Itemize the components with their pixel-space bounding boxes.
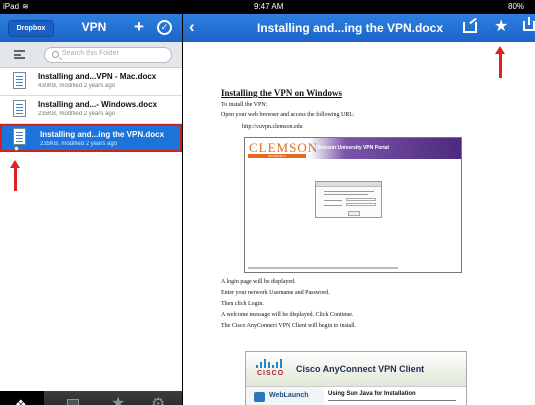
dropbox-icon: ❖ — [15, 397, 27, 405]
portal-title: Clemson University VPN Portal — [315, 145, 389, 151]
document-text: Then click Login. — [221, 301, 264, 307]
download-icon[interactable] — [523, 17, 535, 31]
weblaunch-label: WebLaunch — [269, 392, 309, 399]
tab-dropbox[interactable]: ❖ — [0, 391, 44, 405]
document-text: The Cisco AnyConnect VPN Client will beg… — [221, 323, 357, 329]
docx-file-icon — [13, 72, 26, 89]
battery-label: 80% — [508, 2, 525, 11]
clemson-logo-sub: UNIVERSITY — [248, 154, 306, 158]
plus-icon[interactable]: + — [134, 17, 144, 37]
document-heading: Installing the VPN on Windows — [221, 88, 343, 98]
login-form-image — [315, 181, 382, 218]
file-meta: 430KB, modified 2 years ago — [38, 83, 116, 89]
document-navbar: ‹ Installing and...ing the VPN.docx ★ — [183, 14, 535, 42]
share-icon[interactable] — [463, 22, 477, 33]
document-text: A login page will be displayed. — [221, 279, 296, 285]
portal-header: CLEMSON UNIVERSITY Clemson University VP… — [245, 138, 461, 159]
checkmark-circle-icon[interactable]: ✓ — [157, 20, 172, 35]
file-meta: 235KB, modified 2 years ago — [40, 141, 118, 147]
file-meta: 235KB, modified 2 years ago — [38, 111, 116, 117]
search-placeholder: Search this Folder — [62, 50, 119, 57]
document-text: A welcome message will be displayed. Cli… — [221, 312, 354, 318]
photos-icon[interactable] — [67, 399, 79, 405]
favorite-star-icon[interactable]: ★ — [494, 17, 508, 37]
file-browser-pane: Dropbox VPN + ✓ Search this Folder Insta… — [0, 14, 182, 405]
cisco-logo-icon — [256, 359, 282, 368]
file-row[interactable]: Installing and...VPN - Mac.docx 430KB, m… — [0, 68, 182, 96]
gear-icon[interactable]: ⚙ — [151, 394, 165, 405]
anyconnect-title: Cisco AnyConnect VPN Client — [296, 364, 425, 374]
folder-navbar: Dropbox VPN + ✓ — [0, 14, 182, 42]
folder-title: VPN — [81, 20, 107, 34]
device-label: iPad — [3, 2, 20, 11]
weblaunch-sidebar: WebLaunch — [246, 387, 324, 405]
document-text: To install the VPN: — [221, 102, 268, 108]
vpn-url: http://cuvpn.clemson.edu — [242, 124, 303, 130]
bottom-tab-bar: ❖ ★ ⚙ — [0, 391, 182, 405]
document-steps: A login page will be displayed. Enter yo… — [221, 279, 511, 334]
file-row-selected[interactable]: Installing and...ing the VPN.docx 235KB,… — [0, 124, 182, 152]
document-body: Installing the VPN on Windows To install… — [221, 88, 507, 130]
search-row: Search this Folder — [0, 42, 182, 68]
document-title: Installing and...ing the VPN.docx — [256, 21, 444, 35]
weblaunch-icon — [254, 392, 265, 402]
search-input[interactable]: Search this Folder — [44, 47, 172, 63]
dropbox-back-button[interactable]: Dropbox — [8, 20, 54, 37]
document-text: Enter your network Username and Password… — [221, 290, 330, 296]
java-install-label: Using Sun Java for Installation — [328, 391, 416, 397]
docx-file-icon — [13, 100, 26, 117]
file-name: Installing and...- Windows.docx — [38, 100, 158, 109]
red-arrow-annotation — [495, 46, 505, 78]
red-arrow-annotation — [10, 160, 20, 191]
favorites-star-icon[interactable]: ★ — [111, 393, 125, 405]
status-time: 9:47 AM — [254, 2, 284, 11]
file-row[interactable]: Installing and...- Windows.docx 235KB, m… — [0, 96, 182, 124]
cisco-logo-text: CISCO — [257, 370, 285, 377]
wifi-icon: ≋ — [22, 2, 29, 11]
portal-screenshot: CLEMSON UNIVERSITY Clemson University VP… — [244, 137, 462, 273]
offline-indicator-icon — [14, 146, 19, 151]
sort-icon[interactable] — [14, 50, 25, 59]
file-name: Installing and...ing the VPN.docx — [40, 130, 165, 139]
chevron-left-icon[interactable]: ‹ — [189, 17, 195, 37]
document-text: Open your web browser and access the fol… — [221, 112, 355, 118]
file-name: Installing and...VPN - Mac.docx — [38, 72, 157, 81]
status-bar: iPad ≋ 9:47 AM 80% — [0, 0, 535, 14]
anyconnect-screenshot: CISCO Cisco AnyConnect VPN Client WebLau… — [245, 351, 467, 405]
search-icon — [52, 51, 59, 58]
anyconnect-header: CISCO Cisco AnyConnect VPN Client — [246, 352, 466, 387]
docx-file-icon — [13, 128, 26, 145]
document-viewer-pane: ‹ Installing and...ing the VPN.docx ★ In… — [183, 14, 535, 405]
